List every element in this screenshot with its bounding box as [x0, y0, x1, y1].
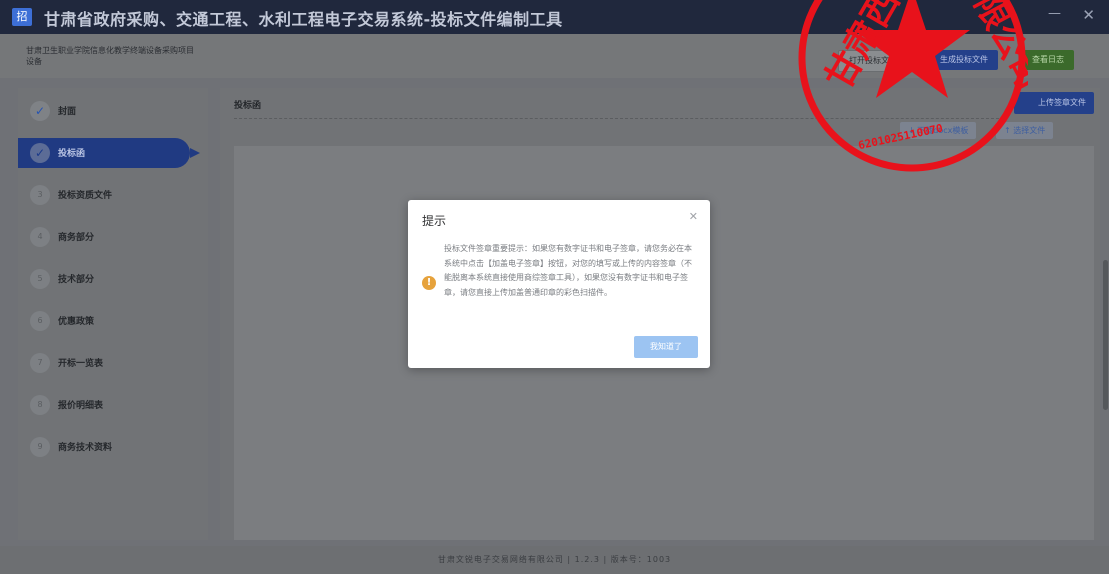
step-item-cover[interactable]: ✓ 封面 — [18, 96, 208, 126]
step-label: 投标资质文件 — [58, 191, 113, 201]
step-number: 3 — [30, 185, 50, 205]
step-label: 封面 — [58, 107, 77, 117]
view-log-button[interactable]: 查看日志 — [1022, 50, 1074, 70]
step-number: 5 — [30, 269, 50, 289]
step-number: 7 — [30, 353, 50, 373]
close-icon[interactable]: ✕ — [689, 210, 698, 223]
step-sidebar: ✓ 封面 ✓ 投标函 3 投标资质文件 4 商务部分 5 技术部分 6 优惠政策… — [18, 88, 208, 540]
generate-bid-file-button[interactable]: 生成投标文件 — [930, 50, 998, 70]
select-file-button[interactable]: ↑ 选择文件 — [996, 122, 1054, 139]
project-package: 设备 — [26, 57, 42, 66]
step-item-preferential[interactable]: 6 优惠政策 — [18, 306, 208, 336]
step-label: 优惠政策 — [58, 317, 95, 327]
close-icon[interactable]: ✕ — [1082, 6, 1095, 24]
step-label: 技术部分 — [58, 275, 95, 285]
step-item-opening-summary[interactable]: 7 开标一览表 — [18, 348, 208, 378]
upload-sign-file-button[interactable]: 上传签章文件 — [1014, 92, 1094, 114]
dialog-title: 提示 — [422, 214, 447, 228]
divider — [234, 118, 1004, 119]
check-icon: ✓ — [30, 101, 50, 121]
step-label: 报价明细表 — [58, 401, 104, 411]
step-item-qualification[interactable]: 3 投标资质文件 — [18, 180, 208, 210]
step-number: 8 — [30, 395, 50, 415]
project-header: 甘肃卫生职业学院信息化教学终端设备采购项目 设备 打开投标文件 生成投标文件 查… — [0, 34, 1109, 78]
title-bar: 招 甘肃省政府采购、交通工程、水利工程电子交易系统-投标文件编制工具 — ✕ — [0, 0, 1109, 34]
step-label: 开标一览表 — [58, 359, 104, 369]
page-title: 投标函 — [234, 101, 262, 111]
tip-dialog: 提示 ✕ ! 投标文件签章重要提示：如果您有数字证书和电子签章，请您务必在本系统… — [408, 200, 710, 368]
step-item-tech-materials[interactable]: 9 商务技术资料 — [18, 432, 208, 462]
step-number: 4 — [30, 227, 50, 247]
check-icon: ✓ — [30, 143, 50, 163]
app-title: 甘肃省政府采购、交通工程、水利工程电子交易系统-投标文件编制工具 — [44, 10, 563, 29]
scrollbar[interactable] — [1103, 260, 1108, 410]
confirm-button[interactable]: 我知道了 — [634, 336, 698, 358]
step-item-technical[interactable]: 5 技术部分 — [18, 264, 208, 294]
step-label: 投标函 — [58, 149, 86, 159]
app-logo: 招 — [12, 8, 32, 26]
warning-icon: ! — [422, 276, 436, 290]
download-template-button[interactable]: ↓ 下载docx模板 — [900, 122, 977, 139]
step-item-bid-letter[interactable]: ✓ 投标函 — [18, 138, 208, 168]
project-title: 甘肃卫生职业学院信息化教学终端设备采购项目 — [26, 46, 194, 55]
step-number: 9 — [30, 437, 50, 457]
step-number: 6 — [30, 311, 50, 331]
minimize-icon[interactable]: — — [1048, 6, 1061, 21]
step-label: 商务技术资料 — [58, 443, 113, 453]
footer: 甘肃文锐电子交易网络有限公司 | 1.2.3 | 版本号：1003 — [0, 546, 1109, 574]
dialog-message: 投标文件签章重要提示：如果您有数字证书和电子签章，请您务必在本系统中点击【加盖电… — [444, 244, 692, 297]
step-item-price-detail[interactable]: 8 报价明细表 — [18, 390, 208, 420]
open-bid-file-button[interactable]: 打开投标文件 — [838, 50, 908, 72]
step-label: 商务部分 — [58, 233, 95, 243]
step-item-business[interactable]: 4 商务部分 — [18, 222, 208, 252]
project-name: 甘肃卫生职业学院信息化教学终端设备采购项目 设备 — [26, 45, 286, 67]
